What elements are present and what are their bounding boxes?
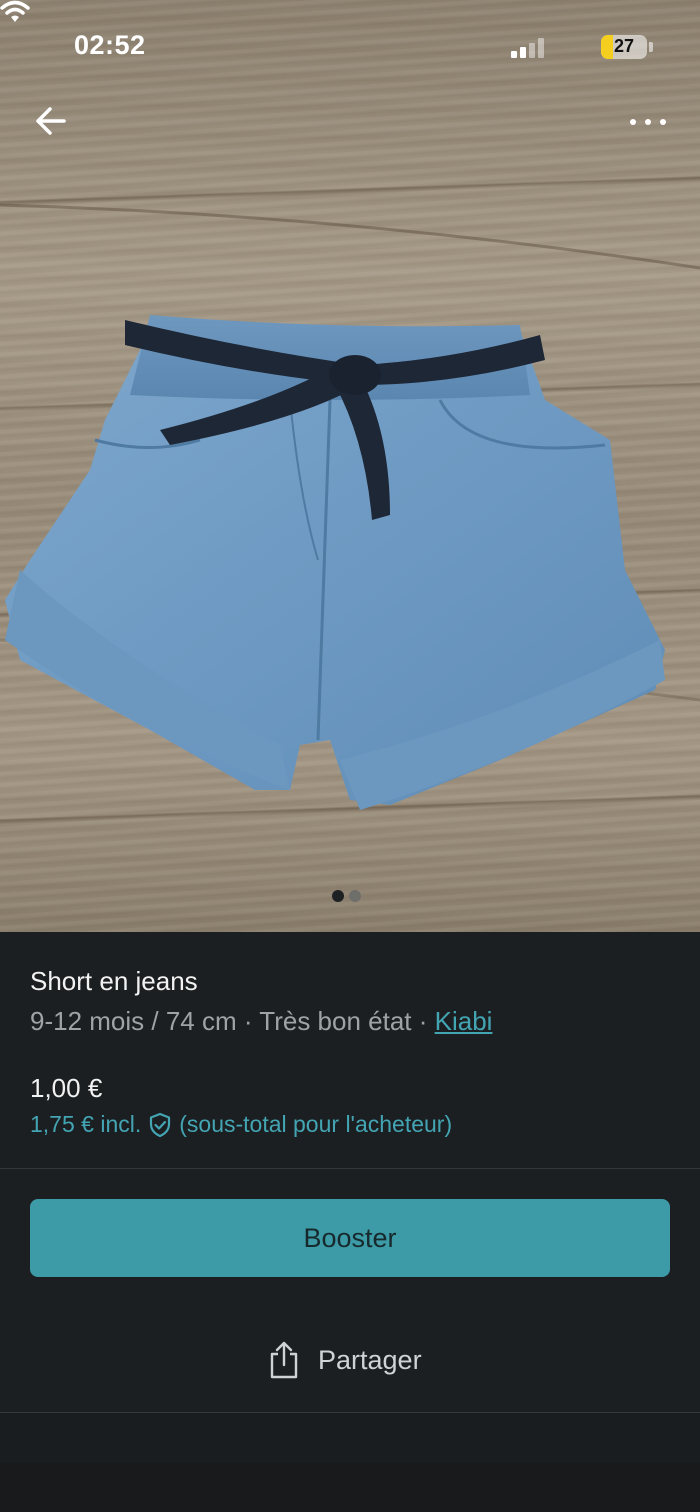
share-button[interactable]: Partager: [268, 1337, 422, 1383]
item-details: Short en jeans 9-12 mois / 74 cm · Très …: [0, 932, 700, 1169]
share-icon: [270, 1341, 298, 1379]
battery-level: 27: [613, 36, 635, 56]
price-incl-note: (sous-total pour l'acheteur): [179, 1111, 453, 1137]
item-size: 9-12 mois / 74 cm: [30, 1006, 237, 1036]
share-label: Partager: [318, 1344, 422, 1375]
meta-separator: ·: [411, 1006, 435, 1036]
item-condition: Très bon état: [259, 1006, 412, 1036]
battery-cap: [649, 42, 653, 52]
brand-link[interactable]: Kiabi: [435, 1006, 493, 1036]
status-time: 02:52: [74, 30, 146, 60]
item-photo[interactable]: 02:52 27: [0, 0, 700, 932]
status-bar: 02:52 27: [0, 0, 700, 95]
wifi-icon: [0, 0, 30, 22]
cellular-signal-icon: [511, 38, 545, 58]
boost-button[interactable]: Booster: [30, 1199, 670, 1277]
denim-shorts-image: [0, 203, 700, 810]
item-title: Short en jeans: [30, 966, 198, 996]
page-dot[interactable]: [349, 890, 361, 902]
more-options-button[interactable]: [624, 108, 672, 136]
item-meta: 9-12 mois / 74 cm · Très bon état · Kiab…: [30, 1006, 492, 1037]
arrow-left-icon: [36, 107, 66, 135]
price-incl: 1,75 € incl.: [30, 1111, 142, 1137]
photo-page-indicator: [332, 890, 361, 902]
shield-check-icon: [150, 1112, 171, 1137]
item-price: 1,00 €: [30, 1073, 103, 1103]
meta-separator: ·: [236, 1006, 260, 1036]
page-dot-active[interactable]: [332, 890, 344, 902]
item-actions: Booster Partager: [0, 1169, 700, 1412]
back-button[interactable]: [30, 100, 72, 142]
more-horizontal-icon: [630, 119, 636, 125]
home-indicator-area: [0, 1463, 700, 1512]
battery-icon: 27: [601, 35, 647, 59]
buyer-protection-price[interactable]: 1,75 € incl. (sous-total pour l'acheteur…: [30, 1111, 452, 1138]
